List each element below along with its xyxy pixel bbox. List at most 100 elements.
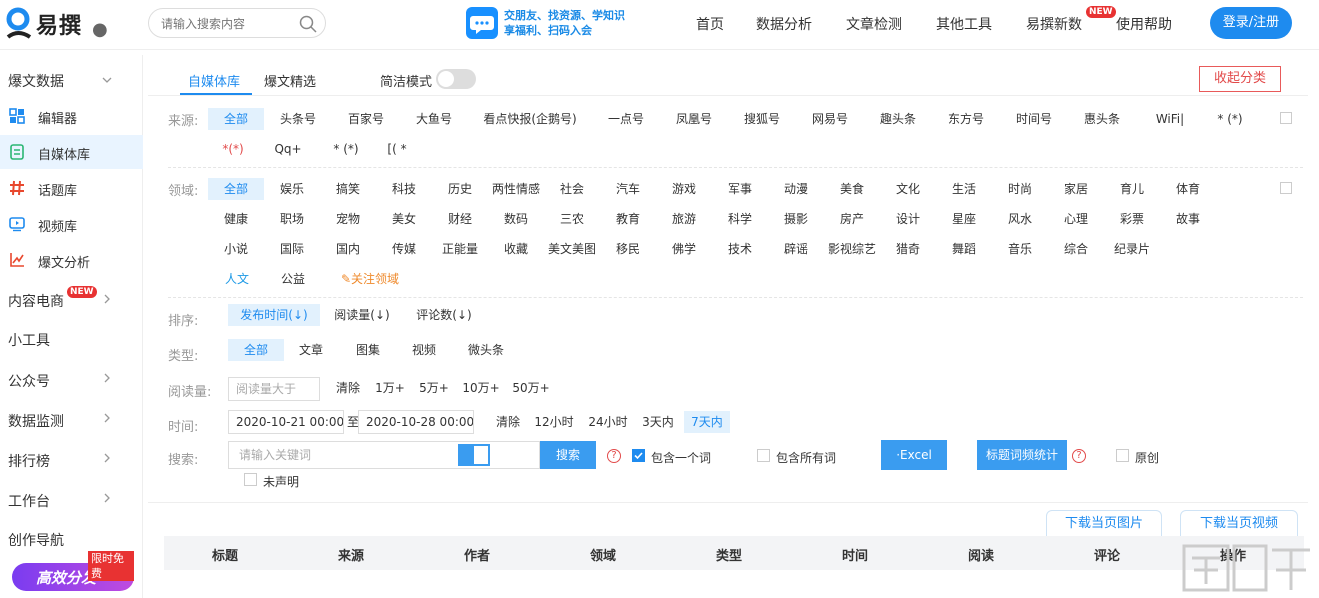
domain-chip[interactable]: 小说 — [208, 238, 264, 260]
source-chip[interactable]: 网易号 — [808, 108, 852, 130]
help-icon[interactable]: ? — [1072, 449, 1086, 463]
source-chip[interactable]: [( * — [384, 138, 410, 160]
domain-chip[interactable]: 全部 — [208, 178, 264, 200]
domain-chip[interactable]: 舞蹈 — [936, 238, 992, 260]
nav-home[interactable]: 首页 — [696, 14, 724, 34]
source-chip[interactable]: * (*) — [1208, 108, 1252, 130]
domain-chip[interactable]: 三农 — [544, 208, 600, 230]
source-chip[interactable]: 大鱼号 — [412, 108, 456, 130]
source-chip[interactable]: * (*) — [328, 138, 364, 160]
sidebar-item-videos[interactable]: 视频库 — [0, 207, 143, 241]
contains-one-checkbox[interactable] — [632, 449, 645, 462]
domain-chip[interactable]: 两性情感 — [482, 178, 550, 200]
title-word-freq-button[interactable]: 标题词频统计 — [977, 440, 1067, 470]
domain-chip[interactable]: 音乐 — [992, 238, 1048, 260]
reads-min-input[interactable]: 阅读量大于 — [228, 377, 320, 401]
domain-chip[interactable]: 体育 — [1160, 178, 1216, 200]
domain-chip[interactable]: 故事 — [1160, 208, 1216, 230]
domain-chip[interactable]: 游戏 — [656, 178, 712, 200]
sidebar-group-creation-nav[interactable]: 创作导航 — [8, 530, 64, 550]
time-clear[interactable]: 清除 — [492, 411, 524, 433]
type-chip[interactable]: 文章 — [294, 339, 328, 361]
reads-option[interactable]: 1万+ — [372, 377, 408, 399]
type-chip[interactable]: 视频 — [407, 339, 441, 361]
nav-article-check[interactable]: 文章检测 — [846, 14, 902, 34]
chevron-right-icon[interactable] — [102, 413, 112, 423]
sidebar-group-tools[interactable]: 小工具 — [8, 330, 50, 350]
domain-chip[interactable]: 辟谣 — [768, 238, 824, 260]
source-chip[interactable]: 凤凰号 — [672, 108, 716, 130]
distribution-promo[interactable]: 高效分发 限时免费 — [12, 551, 134, 591]
nav-other-tools[interactable]: 其他工具 — [936, 14, 992, 34]
sidebar-group-workbench[interactable]: 工作台 — [8, 491, 50, 511]
export-excel-button[interactable]: ·Excel — [881, 440, 947, 470]
chevron-right-icon[interactable] — [102, 373, 112, 383]
domain-chip[interactable]: 传媒 — [376, 238, 432, 260]
source-collapse-icon[interactable] — [1280, 112, 1292, 124]
domain-chip[interactable]: 文化 — [880, 178, 936, 200]
domain-chip[interactable]: 收藏 — [488, 238, 544, 260]
domain-chip[interactable]: 娱乐 — [264, 178, 320, 200]
domain-chip[interactable]: 风水 — [992, 208, 1048, 230]
sidebar-item-editor[interactable]: 编辑器 — [0, 99, 143, 133]
source-chip[interactable]: *(*) — [218, 138, 248, 160]
domain-chip[interactable]: 科学 — [712, 208, 768, 230]
help-icon[interactable]: ? — [607, 449, 621, 463]
reads-option[interactable]: 10万+ — [460, 377, 502, 399]
download-page-images-button[interactable]: 下载当页图片 — [1046, 510, 1162, 538]
simple-mode-toggle[interactable] — [436, 69, 476, 89]
col-comments[interactable]: 评论 — [1094, 545, 1120, 564]
source-chip[interactable]: 时间号 — [1012, 108, 1056, 130]
domain-chip[interactable]: 人文 — [220, 268, 254, 290]
nav-new-data[interactable]: 易撰新数 — [1026, 14, 1082, 34]
domain-collapse-icon[interactable] — [1280, 182, 1292, 194]
source-chip[interactable]: 看点快报(企鹅号) — [480, 108, 580, 130]
col-source[interactable]: 来源 — [338, 545, 364, 564]
nav-help[interactable]: 使用帮助 — [1116, 14, 1172, 34]
domain-chip[interactable]: 旅游 — [656, 208, 712, 230]
domain-chip[interactable]: 设计 — [880, 208, 936, 230]
tab-featured-articles[interactable]: 爆文精选 — [264, 71, 316, 90]
type-chip[interactable]: 图集 — [351, 339, 385, 361]
domain-chip[interactable]: 影视综艺 — [818, 238, 886, 260]
source-chip[interactable]: 百家号 — [344, 108, 388, 130]
logo[interactable]: 易撰 ● — [4, 6, 108, 42]
domain-chip[interactable]: 健康 — [208, 208, 264, 230]
source-chip[interactable]: WiFi| — [1148, 108, 1192, 130]
chevron-right-icon[interactable] — [102, 294, 112, 304]
tab-media-library[interactable]: 自媒体库 — [188, 71, 240, 90]
domain-chip[interactable]: 生活 — [936, 178, 992, 200]
domain-chip[interactable]: 数码 — [488, 208, 544, 230]
domain-chip[interactable]: 美女 — [376, 208, 432, 230]
domain-chip[interactable]: 国内 — [320, 238, 376, 260]
domain-chip[interactable]: 军事 — [712, 178, 768, 200]
domain-chip[interactable]: 技术 — [712, 238, 768, 260]
time-start-input[interactable]: 2020-10-21 00:00 — [228, 410, 344, 434]
contains-all-checkbox[interactable] — [757, 449, 770, 462]
sidebar-item-topics[interactable]: 话题库 — [0, 171, 143, 205]
domain-chip[interactable]: 职场 — [264, 208, 320, 230]
source-chip[interactable]: Qq+ — [270, 138, 306, 160]
time-option[interactable]: 12小时 — [532, 411, 576, 433]
domain-chip[interactable]: 科技 — [376, 178, 432, 200]
type-chip[interactable]: 全部 — [228, 339, 284, 361]
domain-chip[interactable]: 财经 — [432, 208, 488, 230]
chevron-right-icon[interactable] — [102, 493, 112, 503]
source-chip[interactable]: 惠头条 — [1080, 108, 1124, 130]
reads-clear[interactable]: 清除 — [332, 377, 364, 399]
mode-switch[interactable] — [458, 444, 490, 466]
sidebar-group-ecommerce[interactable]: 内容电商 — [8, 291, 64, 311]
chevron-right-icon[interactable] — [102, 453, 112, 463]
domain-chip[interactable]: 正能量 — [432, 238, 488, 260]
col-title[interactable]: 标题 — [212, 545, 238, 564]
download-page-videos-button[interactable]: 下载当页视频 — [1180, 510, 1298, 538]
domain-chip[interactable]: 心理 — [1048, 208, 1104, 230]
time-end-input[interactable]: 2020-10-28 00:00 — [358, 410, 474, 434]
source-chip[interactable]: 搜狐号 — [740, 108, 784, 130]
domain-chip[interactable]: 房产 — [824, 208, 880, 230]
domain-chip[interactable]: 动漫 — [768, 178, 824, 200]
sort-reads[interactable]: 阅读量(↓) — [332, 304, 392, 326]
nav-data-analysis[interactable]: 数据分析 — [756, 14, 812, 34]
community-promo[interactable]: 交朋友、找资源、学知识 享福利、扫码入会 — [466, 6, 626, 40]
original-checkbox[interactable] — [1116, 449, 1129, 462]
